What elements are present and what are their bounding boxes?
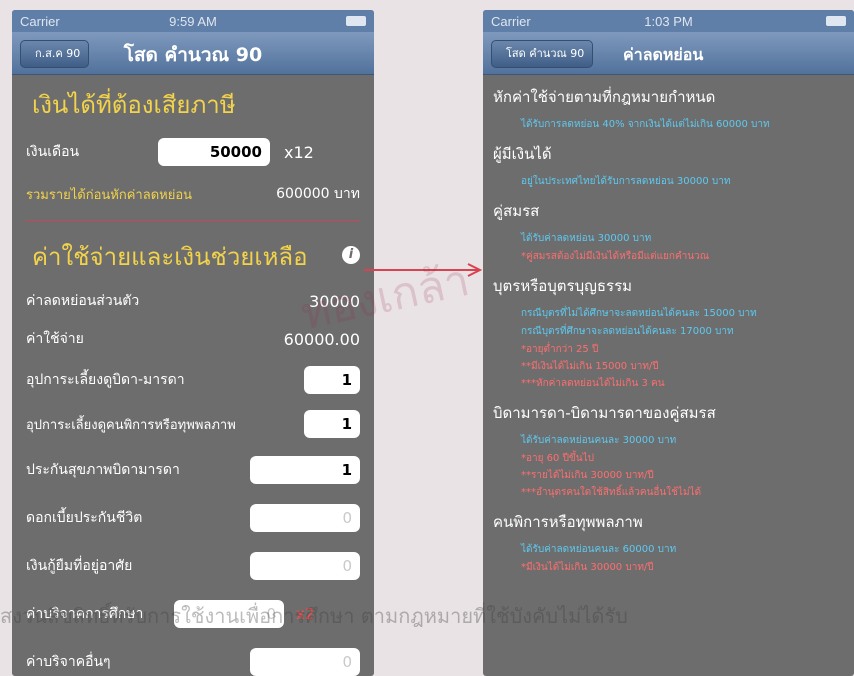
- allowance-info: อยู่ในประเทศไทยได้รับการลดหย่อน 30000 บา…: [521, 176, 731, 187]
- carrier-label: Carrier: [20, 13, 60, 29]
- disabled-support-input[interactable]: 1: [304, 410, 360, 438]
- condition-note: *อายุต่ำกว่า 25 ปี: [521, 344, 599, 355]
- disabled-support-label: อุปการะเลี้ยงดูคนพิการหรือทุพพลภาพ: [26, 417, 236, 433]
- battery-icon: [826, 16, 846, 26]
- allowance-info: ได้รับค่าลดหย่อน 30000 บาท: [521, 233, 652, 244]
- allowance-info: กรณีบุตรที่ศึกษาจะลดหย่อนได้คนละ 17000 บ…: [521, 326, 734, 337]
- condition-note: **รายได้ไม่เกิน 30000 บาท/ปี: [521, 470, 654, 481]
- page-title: ค่าลดหย่อน: [623, 45, 704, 64]
- parent-health-insurance-input[interactable]: 1: [250, 456, 360, 484]
- section-heading: บิดามารดา-บิดามารดาของคู่สมรส: [493, 404, 716, 422]
- salary-label: เงินเดือน: [26, 144, 80, 160]
- status-bar: Carrier 9:59 AM: [12, 10, 374, 32]
- parent-support-input[interactable]: 1: [304, 366, 360, 394]
- home-loan-input[interactable]: 0: [250, 552, 360, 580]
- condition-note: ***อำนุตรคนใดใช้สิทธิ์แล้วคนอื่นใช้ไม่ได…: [521, 487, 702, 498]
- right-screen: Carrier 1:03 PM โสด คำนวณ 90 ค่าลดหย่อน …: [483, 10, 854, 676]
- life-insurance-input[interactable]: 0: [250, 504, 360, 532]
- total-value: 600000 บาท: [276, 186, 360, 202]
- other-donation-label: ค่าบริจาคอื่นๆ: [26, 654, 111, 670]
- status-bar: Carrier 1:03 PM: [483, 10, 854, 32]
- allowance-info: ได้รับค่าลดหย่อนคนละ 60000 บาท: [521, 544, 677, 555]
- section-heading: คู่สมรส: [493, 202, 540, 220]
- income-header: เงินได้ที่ต้องเสียภาษี: [32, 91, 236, 119]
- total-label: รวมรายได้ก่อนหักค่าลดหย่อน: [26, 187, 193, 203]
- page-title: โสด คำนวณ 90: [123, 44, 263, 66]
- info-icon[interactable]: i: [342, 245, 360, 264]
- other-donation-input[interactable]: 0: [250, 648, 360, 676]
- condition-note: **มีเงินได้ไม่เกิน 15000 บาท/ปี: [521, 361, 659, 372]
- nav-bar: โสด คำนวณ 90 ค่าลดหย่อน: [483, 32, 854, 75]
- allowance-info: กรณีบุตรที่ไม่ได้ศึกษาจะลดหย่อนได้คนละ 1…: [521, 308, 757, 319]
- battery-icon: [346, 16, 366, 26]
- parent-health-insurance-label: ประกันสุขภาพบิดามารดา: [26, 462, 180, 478]
- expense-label: ค่าใช้จ่าย: [26, 331, 84, 347]
- allowance-info: ได้รับค่าลดหย่อนคนละ 30000 บาท: [521, 435, 677, 446]
- expense-header: ค่าใช้จ่ายและเงินช่วยเหลือ: [32, 243, 308, 271]
- allowance-list: หักค่าใช้จ่ายตามที่กฎหมายกำหนดได้รับการล…: [483, 85, 854, 575]
- condition-note: *คู่สมรสต้องไม่มีเงินได้หรือมีแต่แยกคำนว…: [521, 251, 710, 262]
- divider: [26, 220, 360, 221]
- section-heading: ผู้มีเงินได้: [493, 145, 552, 163]
- back-button[interactable]: โสด คำนวณ 90: [491, 40, 594, 68]
- condition-note: *มีเงินได้ไม่เกิน 30000 บาท/ปี: [521, 562, 654, 573]
- multiplier-label: x12: [284, 142, 314, 162]
- life-insurance-label: ดอกเบี้ยประกันชีวิต: [26, 510, 143, 526]
- allowance-info: ได้รับการลดหย่อน 40% จากเงินได้แต่ไม่เกิ…: [521, 119, 770, 130]
- condition-note: ***หักค่าลดหย่อนได้ไม่เกิน 3 คน: [521, 378, 665, 389]
- parent-support-label: อุปการะเลี้ยงดูบิดา-มารดา: [26, 372, 185, 388]
- clock: 9:59 AM: [169, 13, 217, 29]
- carrier-label: Carrier: [491, 13, 531, 29]
- section-heading: หักค่าใช้จ่ายตามที่กฎหมายกำหนด: [493, 88, 716, 106]
- section-heading: คนพิการหรือทุพพลภาพ: [493, 513, 643, 531]
- home-loan-label: เงินกู้ยืมที่อยู่อาศัย: [26, 558, 133, 574]
- salary-input[interactable]: 50000: [158, 138, 270, 166]
- nav-bar: ก.ส.ค 90 โสด คำนวณ 90: [12, 32, 374, 75]
- watermark-bottom: สงวนลิขสิทธิ์หรับการใช้งานเพื่อการศึกษา …: [0, 604, 628, 628]
- condition-note: *อายุ 60 ปีขึ้นไป: [521, 453, 594, 464]
- section-heading: บุตรหรือบุตรบุญธรรม: [493, 277, 633, 295]
- clock: 1:03 PM: [644, 13, 693, 29]
- personal-allowance-label: ค่าลดหย่อนส่วนตัว: [26, 293, 140, 309]
